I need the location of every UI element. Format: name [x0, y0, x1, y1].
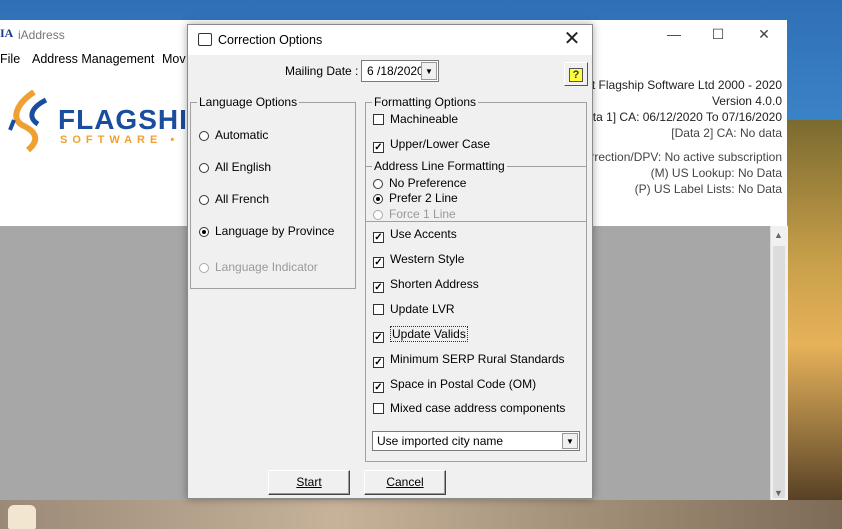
- radio-selected-icon: [199, 227, 209, 237]
- wallpaper-shore: [0, 500, 842, 529]
- us-label-lists-text: (P) US Label Lists: No Data: [634, 182, 782, 196]
- checkbox-checked-icon: ✓: [373, 332, 384, 343]
- check-label: Shorten Address: [390, 277, 479, 291]
- check-label: Machineable: [390, 112, 459, 126]
- start-button-label: Start: [296, 475, 322, 489]
- dialog-icon: [198, 33, 212, 46]
- dialog-title: Correction Options: [218, 33, 323, 47]
- checkbox-checked-icon: ✓: [373, 382, 384, 393]
- city-name-select-value: Use imported city name: [377, 434, 504, 448]
- logo-text: FLAGSHI: [58, 104, 188, 135]
- mailing-date-value: 6 /18/2020: [367, 64, 424, 78]
- radio-prefer-2-line[interactable]: Prefer 2 Line: [373, 191, 458, 207]
- radio-force-1-line: Force 1 Line: [373, 207, 456, 223]
- app-icon: IA: [0, 26, 14, 40]
- check-mixed-case[interactable]: Mixed case address components: [373, 401, 565, 417]
- help-icon: ?: [568, 68, 584, 82]
- scroll-down-icon[interactable]: ▼: [774, 488, 783, 498]
- dialog-titlebar: Correction Options ✕: [188, 25, 592, 55]
- check-label: Mixed case address components: [390, 401, 566, 415]
- radio-selected-icon: [373, 194, 383, 204]
- radio-all-french[interactable]: All French: [199, 192, 269, 208]
- start-button[interactable]: Start: [268, 470, 350, 495]
- radio-language-by-province[interactable]: Language by Province: [199, 224, 334, 240]
- menu-file[interactable]: File: [0, 52, 20, 66]
- radio-label: All English: [215, 160, 272, 174]
- close-window-button[interactable]: ✕: [742, 24, 786, 46]
- checkbox-icon: [373, 114, 384, 125]
- radio-label: Language by Province: [215, 224, 335, 238]
- checkbox-checked-icon: ✓: [373, 357, 384, 368]
- radio-label: Force 1 Line: [389, 207, 456, 221]
- check-minimum-serp[interactable]: ✓ Minimum SERP Rural Standards: [373, 352, 565, 368]
- app-title: iAddress: [18, 28, 65, 42]
- radio-label: All French: [215, 192, 270, 206]
- radio-icon: [373, 179, 383, 189]
- checkbox-checked-icon: ✓: [373, 142, 384, 153]
- radio-label: No Preference: [389, 176, 467, 190]
- check-label: Space in Postal Code (OM): [390, 377, 537, 391]
- scroll-up-icon[interactable]: ▲: [774, 230, 783, 240]
- check-use-accents[interactable]: ✓ Use Accents: [373, 227, 457, 243]
- checkbox-checked-icon: ✓: [373, 282, 384, 293]
- mailing-date-picker[interactable]: 6 /18/2020 ▼: [361, 60, 439, 82]
- data2-text: [Data 2] CA: No data: [671, 126, 782, 140]
- check-shorten-address[interactable]: ✓ Shorten Address: [373, 277, 479, 293]
- radio-label: Automatic: [215, 128, 269, 142]
- mailing-date-label: Mailing Date :: [285, 64, 359, 78]
- check-machineable[interactable]: Machineable: [373, 112, 458, 128]
- check-western-style[interactable]: ✓ Western Style: [373, 252, 464, 268]
- wallpaper-figure: [8, 505, 36, 529]
- check-label: Update LVR: [390, 302, 455, 316]
- radio-icon: [199, 163, 209, 173]
- maximize-button[interactable]: ☐: [696, 24, 740, 46]
- chevron-down-icon[interactable]: ▼: [421, 62, 437, 80]
- data1-text: Data 1] CA: 06/12/2020 To 07/16/2020: [577, 110, 782, 124]
- cancel-button[interactable]: Cancel: [364, 470, 446, 495]
- check-label: Western Style: [390, 252, 465, 266]
- correction-status-text: Correction/DPV: No active subscription: [575, 150, 782, 164]
- menu-move[interactable]: Mov: [162, 52, 186, 66]
- cancel-button-label: Cancel: [386, 475, 424, 489]
- radio-icon: [199, 195, 209, 205]
- radio-no-preference[interactable]: No Preference: [373, 176, 466, 192]
- help-button[interactable]: ?: [564, 62, 588, 86]
- scroll-thumb[interactable]: [773, 246, 785, 498]
- checkbox-icon: [373, 403, 384, 414]
- language-options-title: Language Options: [197, 95, 300, 109]
- vertical-scrollbar[interactable]: ▲ ▼: [770, 226, 788, 500]
- radio-icon: [373, 210, 383, 220]
- radio-automatic[interactable]: Automatic: [199, 128, 268, 144]
- minimize-button[interactable]: —: [652, 24, 696, 46]
- checkbox-icon: [373, 304, 384, 315]
- dialog-close-button[interactable]: ✕: [560, 28, 584, 52]
- check-space-in-postal-code[interactable]: ✓ Space in Postal Code (OM): [373, 377, 536, 393]
- radio-language-indicator: Language Indicator: [199, 260, 318, 276]
- menu-address-management[interactable]: Address Management: [32, 52, 154, 66]
- check-update-lvr[interactable]: Update LVR: [373, 302, 454, 318]
- version-text: Version 4.0.0: [711, 94, 782, 108]
- check-label: Use Accents: [390, 227, 457, 241]
- checkbox-checked-icon: ✓: [373, 257, 384, 268]
- radio-icon: [199, 131, 209, 141]
- radio-all-english[interactable]: All English: [199, 160, 271, 176]
- city-name-select[interactable]: Use imported city name ▼: [372, 431, 580, 451]
- chevron-down-icon[interactable]: ▼: [562, 433, 578, 449]
- check-upper-lower-case[interactable]: ✓ Upper/Lower Case: [373, 137, 490, 153]
- check-label: Upper/Lower Case: [390, 137, 491, 151]
- radio-label: Prefer 2 Line: [389, 191, 458, 205]
- radio-label: Language Indicator: [215, 260, 318, 274]
- checkbox-checked-icon: ✓: [373, 232, 384, 243]
- check-label: Update Valids: [390, 326, 468, 342]
- us-lookup-text: (M) US Lookup: No Data: [650, 166, 782, 180]
- copyright-text: yright Flagship Software Ltd 2000 - 2020: [565, 78, 782, 92]
- flagship-logo-icon: [8, 90, 48, 152]
- check-label: Minimum SERP Rural Standards: [390, 352, 565, 366]
- correction-options-dialog: Correction Options ✕ Mailing Date : 6 /1…: [187, 24, 593, 499]
- radio-icon: [199, 263, 209, 273]
- address-line-formatting-title: Address Line Formatting: [372, 159, 507, 173]
- check-update-valids[interactable]: ✓ Update Valids: [373, 326, 468, 343]
- formatting-options-title: Formatting Options: [372, 95, 479, 109]
